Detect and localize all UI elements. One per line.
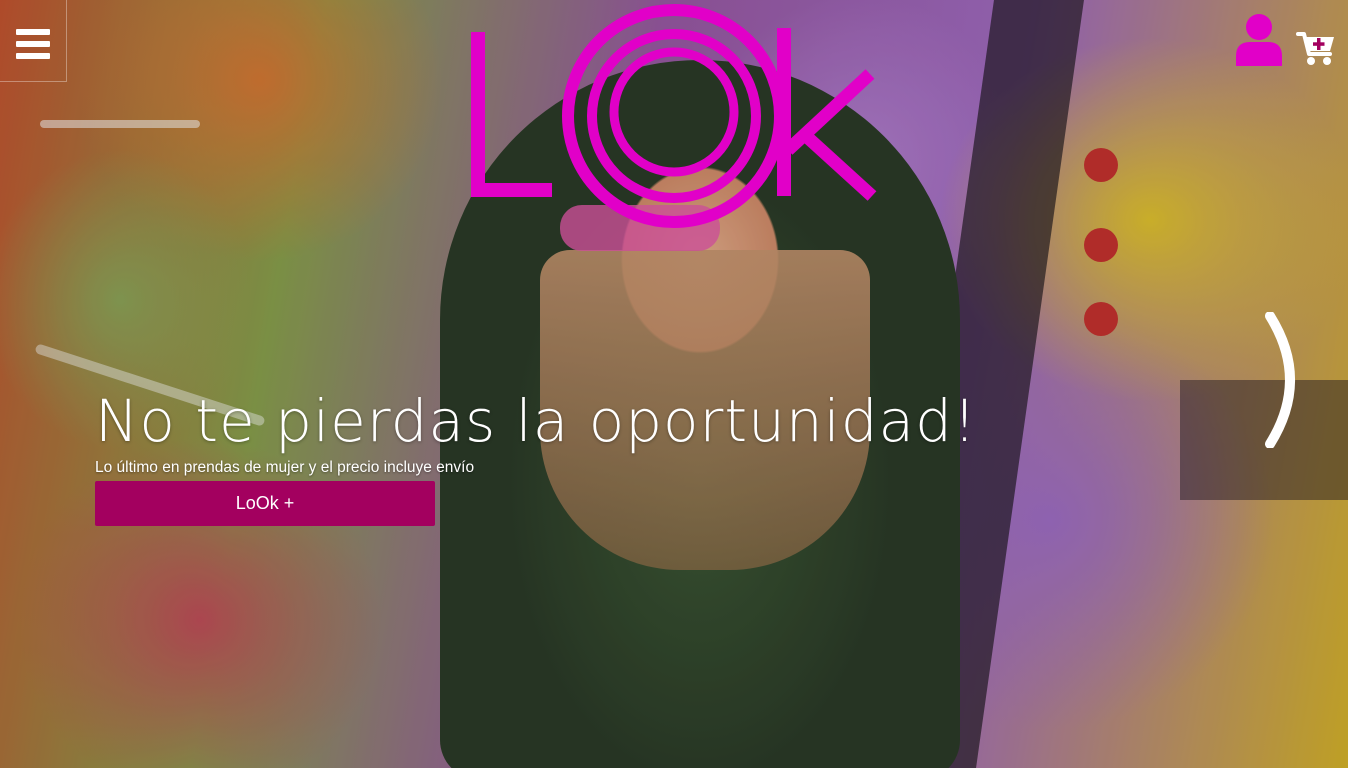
chevron-right-icon[interactable] — [1262, 312, 1306, 448]
user-icon[interactable] — [1234, 12, 1284, 68]
hero-subline: Lo último en prendas de mujer y el preci… — [95, 459, 475, 476]
brand-logo[interactable] — [466, 0, 882, 236]
look-more-button[interactable]: LoOk + — [95, 481, 435, 526]
menu-button[interactable] — [0, 0, 67, 82]
hero-headline: No te pierdas la oportunidad! — [95, 387, 978, 455]
cart-plus-icon[interactable] — [1296, 28, 1336, 68]
hamburger-menu-icon — [16, 29, 50, 59]
